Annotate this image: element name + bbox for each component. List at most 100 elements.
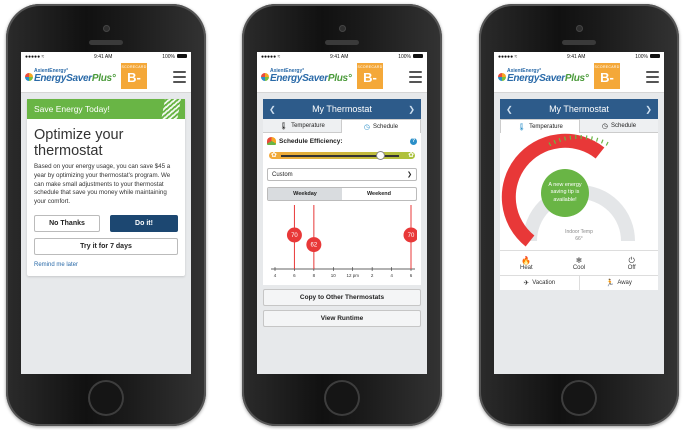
thermometer-icon: 🌡: [279, 122, 289, 130]
tab-schedule-label: Schedule: [373, 123, 399, 130]
hamburger-menu-icon[interactable]: [409, 71, 422, 86]
screen-optimize: ●●●●● ≈ 9:41 AM 100% AxientEnergy° Energ…: [21, 52, 191, 374]
chevron-left-icon[interactable]: ❮: [269, 105, 276, 114]
schedule-select[interactable]: Custom ❯: [267, 168, 417, 181]
product-name-main: EnergySaver: [507, 73, 565, 84]
chart-tick-label: 4: [274, 273, 277, 278]
battery-icon: [412, 54, 423, 59]
home-button[interactable]: [561, 380, 597, 416]
tab-schedule[interactable]: ◷ Schedule: [341, 119, 421, 133]
scorecard-grade: B-: [127, 70, 141, 85]
status-time: 9:41 AM: [94, 53, 113, 60]
app-stage: ●●●●● ≈ 9:41 AM 100% AxientEnergy° Energ…: [0, 0, 683, 430]
away-button[interactable]: 🏃 Away: [578, 276, 659, 290]
thermostat-tabs: 🌡 Temperature ◷ Schedule: [500, 119, 658, 133]
earpiece-speaker: [562, 40, 596, 45]
schedule-setpoint-label: 70: [291, 233, 298, 239]
scorecard-badge[interactable]: SCORECARD B-: [357, 63, 383, 89]
airplane-icon: ✈: [523, 280, 530, 287]
battery-percent: 100%: [398, 53, 411, 60]
remind-me-later-link[interactable]: Remind me later: [27, 255, 185, 268]
tab-schedule[interactable]: ◷ Schedule: [580, 119, 658, 133]
try-7-days-button[interactable]: Try it for 7 days: [34, 238, 178, 256]
thermostat-header: ❮ My Thermostat ❯: [263, 99, 421, 119]
app-header: AxientEnergy° EnergySaverPlus° SCORECARD…: [494, 61, 664, 93]
gauge-tick: [590, 136, 593, 141]
indoor-temp-value: 66°: [575, 235, 583, 242]
scorecard-grade: B-: [600, 70, 614, 85]
copy-to-thermostats-button[interactable]: Copy to Other Thermostats: [263, 289, 421, 306]
chevron-right-icon[interactable]: ❯: [645, 105, 652, 114]
clock-icon: ◷: [363, 123, 371, 131]
efficiency-knob: [375, 151, 385, 160]
home-button[interactable]: [324, 380, 360, 416]
phone-1: ●●●●● ≈ 9:41 AM 100% AxientEnergy° Energ…: [6, 4, 206, 426]
vacation-button[interactable]: ✈ Vacation: [500, 276, 579, 290]
brand-logo[interactable]: AxientEnergy° EnergySaverPlus°: [498, 69, 589, 84]
energy-tip-bubble[interactable]: A new energy saving tip is available!: [541, 169, 589, 217]
signal-indicator: ●●●●● ≈: [25, 53, 45, 60]
mode-heat[interactable]: 🔥 Heat: [500, 251, 553, 275]
gauge-tick: [595, 137, 599, 142]
chart-tick-label: 6: [293, 273, 296, 278]
status-bar: ●●●●● ≈ 9:41 AM 100%: [257, 52, 427, 61]
chart-tick-label: 4: [390, 273, 393, 278]
app-header: AxientEnergy° EnergySaverPlus° SCORECARD…: [21, 61, 191, 93]
indoor-temp: Indoor Temp 66°: [500, 229, 658, 242]
stripes-icon: [160, 99, 182, 119]
product-name: EnergySaverPlus°: [34, 74, 116, 84]
vacation-label: Vacation: [532, 280, 556, 286]
brand-leaf-icon: [261, 72, 269, 81]
flame-icon: 🔥: [521, 255, 532, 265]
optimize-card: Save Energy Today! Optimize your thermos…: [27, 99, 185, 277]
thermostat-title: My Thermostat: [549, 104, 609, 114]
brand-logo[interactable]: AxientEnergy° EnergySaverPlus°: [261, 69, 352, 84]
product-name-plus: Plus°: [327, 73, 352, 84]
tab-temperature[interactable]: 🌡 Temperature: [500, 119, 580, 133]
mode-off[interactable]: ⏻ Off: [605, 251, 658, 275]
no-thanks-button[interactable]: No Thanks: [34, 215, 100, 233]
battery-icon: [176, 54, 187, 59]
chevron-right-icon[interactable]: ❯: [408, 105, 415, 114]
snowflake-icon: ❄: [575, 255, 583, 265]
leaf-recycle-icon: ✿: [408, 152, 414, 159]
scorecard-badge[interactable]: SCORECARD B-: [121, 63, 147, 89]
scorecard-badge[interactable]: SCORECARD B-: [594, 63, 620, 89]
front-camera: [338, 25, 346, 32]
earpiece-speaker: [89, 40, 123, 45]
phone-2: ●●●●● ≈ 9:41 AM 100% AxientEnergy° Energ…: [242, 4, 442, 426]
brand-logo[interactable]: AxientEnergy° EnergySaverPlus°: [25, 69, 116, 84]
home-button[interactable]: [88, 380, 124, 416]
earpiece-speaker: [325, 40, 359, 45]
screen-temperature: ●●●●● ≈ 9:41 AM 100% AxientEnergy° Energ…: [494, 52, 664, 374]
signal-indicator: ●●●●● ≈: [498, 53, 518, 60]
temperature-panel: A new energy saving tip is available! In…: [500, 133, 658, 250]
thermostat-header: ❮ My Thermostat ❯: [500, 99, 658, 119]
schedule-setpoint-label: 62: [311, 243, 318, 249]
hamburger-menu-icon[interactable]: [173, 71, 186, 86]
view-runtime-button[interactable]: View Runtime: [263, 310, 421, 327]
status-time: 9:41 AM: [567, 53, 586, 60]
chevron-left-icon[interactable]: ❮: [506, 105, 513, 114]
scorecard-grade: B-: [363, 70, 377, 85]
do-it-button[interactable]: Do it!: [110, 215, 178, 233]
thermostat-title: My Thermostat: [312, 104, 372, 114]
gauge-tick: [569, 135, 572, 140]
card-body: Based on your energy usage, you can save…: [34, 163, 171, 205]
battery-percent: 100%: [162, 53, 175, 60]
signal-indicator: ●●●●● ≈: [261, 53, 281, 60]
segment-weekday[interactable]: Weekday: [268, 188, 342, 200]
gauge-tick: [605, 141, 609, 146]
card-heading: Optimize your thermostat: [34, 127, 124, 160]
chart-tick-label: 6: [410, 273, 413, 278]
front-camera: [102, 25, 110, 32]
mode-cool[interactable]: ❄ Cool: [553, 251, 606, 275]
efficiency-slider: ✿ ✿: [267, 149, 417, 162]
day-type-segmented: Weekday Weekend: [267, 187, 417, 201]
hamburger-menu-icon[interactable]: [646, 71, 659, 86]
segment-weekend[interactable]: Weekend: [342, 188, 416, 200]
tab-temperature[interactable]: 🌡 Temperature: [263, 119, 341, 133]
status-bar: ●●●●● ≈ 9:41 AM 100%: [494, 52, 664, 61]
help-icon[interactable]: ?: [410, 137, 417, 145]
chart-tick-label: 10: [331, 273, 337, 278]
